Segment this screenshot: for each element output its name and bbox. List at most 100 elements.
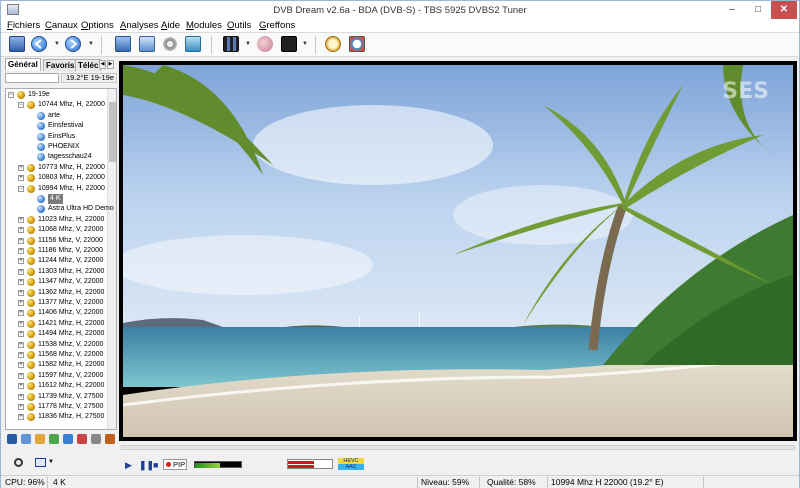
menu-analyses[interactable]: Analyses (120, 20, 159, 31)
transponder-node[interactable]: +11494 Mhz, H, 22000 (6, 329, 106, 339)
tab-favoris[interactable]: Favoris (43, 59, 78, 71)
channel-item[interactable]: Astra Ultra HD Demo (6, 204, 114, 214)
sort-icon[interactable] (21, 434, 31, 444)
menu-greffons[interactable]: Greffons (259, 20, 295, 31)
collapse-toggle-icon[interactable]: − (8, 92, 14, 98)
tree-scrollbar[interactable] (107, 89, 116, 429)
transponder-node[interactable]: +11303 Mhz, H, 22000 (6, 267, 106, 277)
seek-bar[interactable] (121, 445, 795, 450)
scrollbar-thumb[interactable] (109, 102, 116, 162)
collapse-toggle-icon[interactable]: − (18, 185, 24, 192)
transponder-node[interactable]: +10803 Mhz, H, 22000 (6, 173, 106, 183)
maximize-button[interactable]: □ (745, 1, 771, 19)
channel-item[interactable]: tagesschau24 (6, 152, 106, 162)
channel-item[interactable]: EinsPlus (6, 132, 106, 142)
channel-filter-input[interactable] (5, 73, 59, 83)
transponder-node[interactable]: +11568 Mhz, V, 22000 (6, 350, 106, 360)
expand-toggle-icon[interactable]: + (18, 414, 24, 421)
refresh-icon[interactable] (14, 458, 23, 467)
capture-icon[interactable] (183, 35, 203, 54)
back-dropdown-icon[interactable]: ▼ (54, 41, 60, 47)
menu-aide[interactable]: Aide (161, 20, 180, 31)
pause-icon[interactable]: ❚❚ (139, 460, 154, 471)
record-icon[interactable] (255, 35, 275, 54)
title-bar[interactable]: DVB Dream v2.6a - BDA (DVB-S) - TBS 5925… (1, 1, 799, 19)
expand-toggle-icon[interactable]: + (18, 404, 24, 410)
expand-toggle-icon[interactable]: + (18, 268, 24, 275)
transponder-node[interactable]: +11836 Mhz, H, 27500 (6, 412, 106, 422)
transponder-node[interactable]: +11582 Mhz, H, 22000 (6, 360, 106, 370)
collapse-icon[interactable] (7, 434, 17, 444)
settings-icon[interactable] (160, 35, 180, 54)
expand-toggle-icon[interactable]: + (18, 175, 24, 182)
screen-icon[interactable] (113, 35, 133, 54)
expand-toggle-icon[interactable]: + (18, 372, 24, 379)
expand-toggle-icon[interactable]: + (18, 310, 24, 317)
expand-toggle-icon[interactable]: + (18, 279, 24, 286)
display-mode-icon[interactable] (35, 458, 46, 467)
add-icon[interactable] (49, 434, 59, 444)
expand-toggle-icon[interactable]: + (18, 227, 24, 234)
stop-icon[interactable]: ■ (153, 460, 158, 470)
expand-toggle-icon[interactable]: + (18, 237, 24, 244)
expand-toggle-icon[interactable]: + (18, 331, 24, 338)
channel-item[interactable]: Einsfestival (6, 121, 106, 131)
collapse-toggle-icon[interactable]: − (18, 102, 24, 109)
transponder-node[interactable]: +11538 Mhz, V, 22000 (6, 340, 106, 350)
transponder-node[interactable]: +10773 Mhz, H, 22000 (6, 163, 106, 173)
tv-icon[interactable] (7, 35, 27, 54)
transponder-node[interactable]: +11612 Mhz, H, 22000 (6, 381, 106, 391)
transponder-node[interactable]: +11347 Mhz, V, 22000 (6, 277, 106, 287)
forward-icon[interactable] (63, 35, 83, 54)
transponder-node[interactable]: +11156 Mhz, V, 22000 (6, 236, 106, 246)
transponder-node[interactable]: +11244 Mhz, V, 22000 (6, 256, 106, 266)
play-icon[interactable]: ▶ (125, 460, 132, 471)
tab-scroll-left-icon[interactable]: ◀ (99, 60, 106, 69)
back-icon[interactable] (29, 35, 49, 54)
expand-toggle-icon[interactable]: + (18, 352, 24, 358)
expand-toggle-icon[interactable]: + (18, 383, 24, 390)
pip-button[interactable]: PIP (163, 459, 187, 470)
transponder-node[interactable]: +11023 Mhz, H, 22000 (6, 215, 106, 225)
transponder-node[interactable]: − 10744 Mhz, H, 22000 (6, 100, 106, 110)
menu-modules[interactable]: Modules (186, 20, 222, 31)
move-down-icon[interactable] (63, 434, 73, 444)
favorite-icon[interactable] (35, 434, 45, 444)
expand-toggle-icon[interactable]: + (18, 289, 24, 296)
edit-icon[interactable] (91, 434, 101, 444)
monitor-icon[interactable] (279, 35, 299, 54)
tab-telec[interactable]: Téléc (75, 59, 102, 71)
clock-icon[interactable] (323, 35, 343, 54)
film-icon[interactable] (221, 35, 241, 54)
transponder-node[interactable]: +11778 Mhz, V, 27500 (6, 402, 106, 412)
delete-icon[interactable] (77, 434, 87, 444)
transponder-node[interactable]: +11739 Mhz, V, 27500 (6, 392, 106, 402)
expand-toggle-icon[interactable]: + (18, 341, 24, 348)
menu-canaux[interactable]: Canaux (45, 20, 78, 31)
expand-toggle-icon[interactable]: + (18, 164, 24, 171)
transponder-node[interactable]: +11597 Mhz, V, 22000 (6, 371, 106, 381)
expand-toggle-icon[interactable]: + (18, 258, 24, 265)
menu-outils[interactable]: Outils (227, 20, 251, 31)
expand-toggle-icon[interactable]: + (18, 320, 24, 327)
minimize-button[interactable]: – (719, 1, 745, 19)
timer-icon[interactable] (347, 35, 367, 54)
expand-toggle-icon[interactable]: + (18, 362, 24, 369)
transponder-node[interactable]: − 10994 Mhz, H, 22000 (6, 184, 106, 194)
menu-options[interactable]: Options (81, 20, 114, 31)
expand-toggle-icon[interactable]: + (18, 248, 24, 254)
channel-item[interactable]: arte (6, 111, 106, 121)
satellite-node[interactable]: − 19-19e (6, 90, 106, 100)
window-icon[interactable] (137, 35, 157, 54)
channel-item[interactable]: PHOENIX (6, 142, 106, 152)
monitor-dropdown-icon[interactable]: ▼ (302, 41, 308, 47)
tools-icon[interactable] (105, 434, 115, 444)
transponder-node[interactable]: +11406 Mhz, V, 22000 (6, 308, 106, 318)
film-dropdown-icon[interactable]: ▼ (245, 41, 251, 47)
video-display[interactable]: SES (119, 61, 797, 441)
transponder-node[interactable]: +11362 Mhz, H, 22000 (6, 288, 106, 298)
transponder-node[interactable]: +11186 Mhz, V, 22000 (6, 246, 106, 256)
tab-general[interactable]: Général (5, 58, 41, 71)
menu-fichiers[interactable]: Fichiers (7, 20, 40, 31)
expand-toggle-icon[interactable]: + (18, 393, 24, 400)
